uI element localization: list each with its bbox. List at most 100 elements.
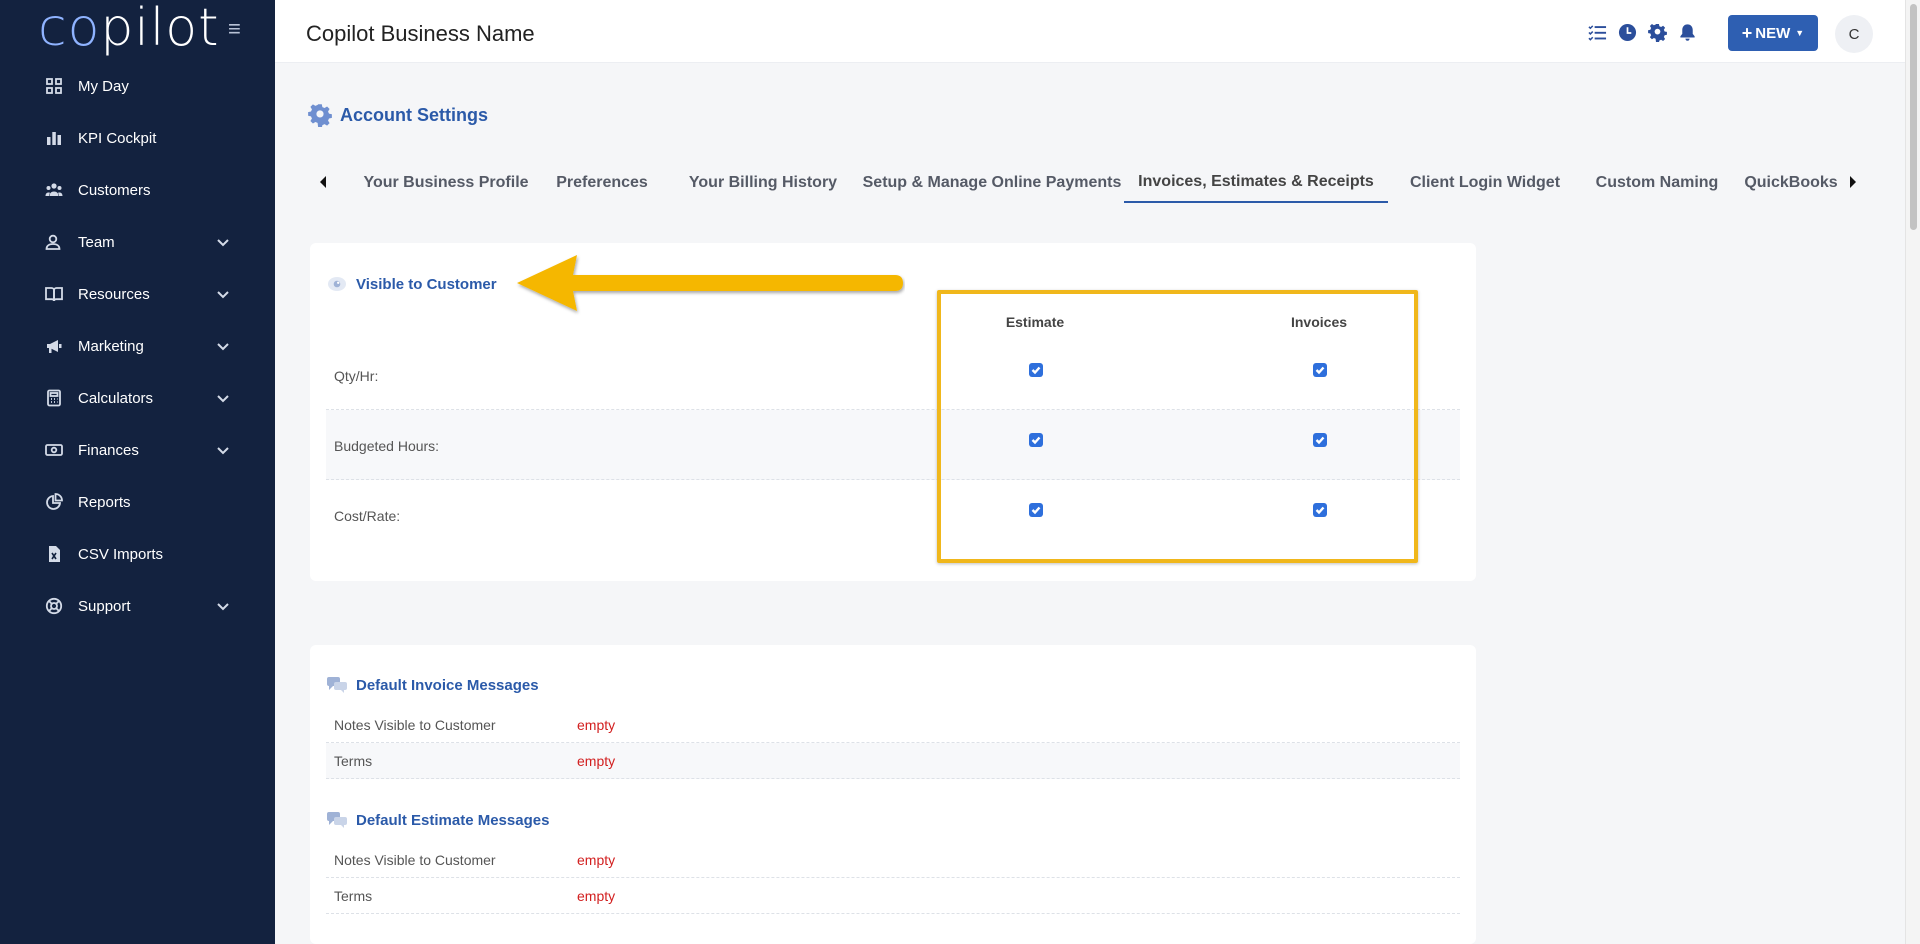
tab-scroll-left-icon[interactable] [318,175,328,189]
chevron-down-icon[interactable] [215,598,231,614]
task-list-icon[interactable] [1587,22,1607,42]
message-label: Notes Visible to Customer [334,852,496,868]
sidebar-item-label: KPI Cockpit [78,129,157,147]
tab-client-login-widget[interactable]: Client Login Widget [1395,163,1575,203]
sidebar-item-resources[interactable]: Resources [0,268,275,320]
sidebar-item-label: My Day [78,77,129,95]
cost-rate-estimate-checkbox[interactable] [1029,503,1043,517]
new-button[interactable]: + NEW ▼ [1728,15,1818,51]
estimate-terms-value[interactable]: empty [577,888,615,904]
section-header: Visible to Customer [326,275,497,293]
section-title: Default Estimate Messages [356,811,550,829]
qty-hr-estimate-checkbox[interactable] [1029,363,1043,377]
invoice-terms-value[interactable]: empty [577,753,615,769]
calculator-icon [44,388,64,408]
header-icons [1587,22,1697,42]
budgeted-hours-estimate-checkbox[interactable] [1029,433,1043,447]
sidebar-item-label: Customers [78,181,151,199]
sidebar-item-team[interactable]: Team [0,216,275,268]
chevron-down-icon[interactable] [215,442,231,458]
budgeted-hours-invoices-checkbox[interactable] [1313,433,1327,447]
sidebar-item-kpi-cockpit[interactable]: KPI Cockpit [0,112,275,164]
sidebar-item-label: Marketing [78,337,144,355]
user-team-icon [44,232,64,252]
chevron-down-icon[interactable] [215,286,231,302]
sidebar-item-finances[interactable]: Finances [0,424,275,476]
sidebar-nav: My Day KPI Cockpit Customers Team Resour… [0,60,275,632]
column-header-invoices: Invoices [1290,314,1348,330]
cost-rate-invoices-checkbox[interactable] [1313,503,1327,517]
tab-your-business-profile[interactable]: Your Business Profile [354,163,538,203]
chevron-down-icon[interactable] [215,390,231,406]
visible-to-customer-card: Visible to Customer Estimate Invoices Qt… [310,243,1476,581]
clock-icon[interactable] [1617,22,1637,42]
page-title-text: Account Settings [340,104,489,125]
menu-toggle-icon[interactable]: ≡ [228,16,241,42]
bar-chart-icon [44,128,64,148]
top-bar: Copilot Business Name + NEW ▼ C [275,0,1905,63]
sidebar: copilot ≡ My Day KPI Cockpit Customers T… [0,0,275,944]
megaphone-icon [44,336,64,356]
page-scrollbar[interactable] [1905,0,1920,944]
tab-quickbooks[interactable]: QuickBooks [1736,163,1846,203]
qty-hr-invoices-checkbox[interactable] [1313,363,1327,377]
pie-chart-icon [44,492,64,512]
row-label: Cost/Rate: [334,508,401,524]
bell-icon[interactable] [1677,22,1697,42]
message-label: Terms [334,753,373,769]
tab-invoices-estimates-receipts[interactable]: Invoices, Estimates & Receipts [1124,163,1388,203]
list-item: Notes Visible to Customer empty [326,842,1460,878]
section-title: Default Invoice Messages [356,676,539,694]
sidebar-item-csv-imports[interactable]: CSV Imports [0,528,275,580]
table-row: Cost/Rate: [326,480,1460,550]
sidebar-item-reports[interactable]: Reports [0,476,275,528]
sidebar-item-label: Support [78,597,131,615]
tab-your-billing-history[interactable]: Your Billing History [668,163,858,203]
avatar[interactable]: C [1835,15,1873,53]
sidebar-item-customers[interactable]: Customers [0,164,275,216]
copilot-logo[interactable]: copilot [38,2,220,54]
default-messages-card: Default Invoice Messages Notes Visible t… [310,645,1476,944]
estimate-notes-value[interactable]: empty [577,852,615,868]
gear-icon [308,103,332,128]
sidebar-item-label: Team [78,233,115,251]
page-title: Account Settings [308,103,489,128]
sidebar-item-my-day[interactable]: My Day [0,60,275,112]
new-button-label: NEW [1755,24,1791,42]
sidebar-item-label: Calculators [78,389,154,407]
money-icon [44,440,64,460]
book-icon [44,284,64,304]
csv-file-icon [44,544,64,564]
row-label: Qty/Hr: [334,368,379,384]
lifebuoy-icon [44,596,64,616]
chat-bubbles-icon [326,676,348,694]
list-item: Terms empty [326,743,1460,779]
tab-scroll-right-icon[interactable] [1848,175,1858,189]
eye-icon [326,275,348,293]
business-name: Copilot Business Name [306,21,535,46]
tab-setup-manage-online-payments[interactable]: Setup & Manage Online Payments [848,163,1136,203]
plus-icon: + [1741,22,1753,43]
caret-down-icon: ▼ [1795,28,1805,38]
table-row: Qty/Hr: [326,340,1460,410]
section-header: Default Estimate Messages [326,811,549,829]
grid-icon [44,76,64,96]
section-header: Default Invoice Messages [326,676,539,694]
chat-bubbles-icon [326,811,348,829]
tab-custom-naming[interactable]: Custom Naming [1582,163,1732,203]
tab-preferences[interactable]: Preferences [548,163,656,203]
section-title: Visible to Customer [356,275,497,293]
chevron-down-icon[interactable] [215,338,231,354]
invoice-notes-value[interactable]: empty [577,717,615,733]
sidebar-item-label: Resources [78,285,150,303]
sidebar-item-label: CSV Imports [78,545,164,563]
list-item: Terms empty [326,878,1460,914]
sidebar-item-calculators[interactable]: Calculators [0,372,275,424]
sidebar-item-support[interactable]: Support [0,580,275,632]
sidebar-item-marketing[interactable]: Marketing [0,320,275,372]
message-label: Terms [334,888,373,904]
column-header-estimate: Estimate [1005,314,1065,330]
gear-icon[interactable] [1647,22,1667,42]
scrollbar-thumb[interactable] [1910,4,1917,230]
chevron-down-icon[interactable] [215,234,231,250]
